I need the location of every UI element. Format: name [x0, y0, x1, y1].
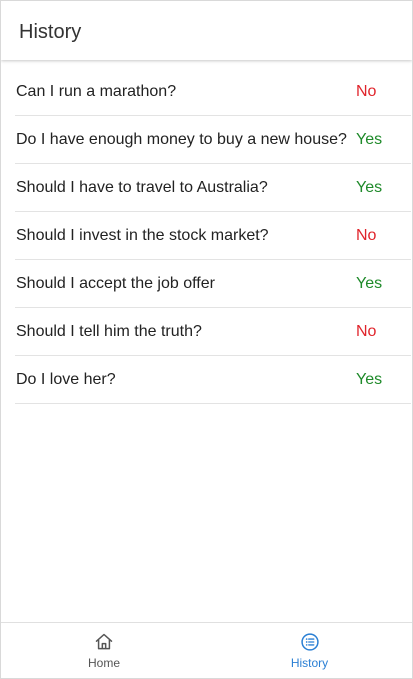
question-text: Should I have to travel to Australia? [16, 179, 268, 196]
question-text: Do I love her? [16, 371, 116, 388]
nav-history-label: History [290, 656, 329, 670]
history-row[interactable]: Should I accept the job offer Yes [15, 260, 411, 308]
question-text: Should I invest in the stock market? [16, 227, 269, 244]
question-text: Can I run a marathon? [16, 83, 177, 100]
history-row[interactable]: Should I have to travel to Australia? Ye… [15, 164, 411, 212]
history-list: Can I run a marathon? No Do I have enoug… [15, 68, 411, 404]
answer-text: Yes [356, 371, 383, 388]
nav-history-tab[interactable]: History [207, 623, 412, 678]
question-text: Do I have enough money to buy a new hous… [16, 131, 347, 148]
history-row[interactable]: Should I invest in the stock market? No [15, 212, 411, 260]
history-row[interactable]: Should I tell him the truth? No [15, 308, 411, 356]
answer-text: Yes [356, 131, 383, 148]
history-row[interactable]: Do I have enough money to buy a new hous… [15, 116, 411, 164]
answer-text: No [356, 83, 377, 100]
nav-home-tab[interactable]: Home [1, 623, 207, 678]
question-text: Should I tell him the truth? [16, 323, 202, 340]
answer-text: No [356, 227, 377, 244]
list-icon [300, 633, 319, 651]
bottom-navigation: Home History [1, 622, 412, 678]
answer-text: Yes [356, 179, 383, 196]
question-text: Should I accept the job offer [16, 275, 215, 292]
page-title: History [19, 21, 82, 43]
home-icon [95, 633, 113, 650]
history-row[interactable]: Can I run a marathon? No [15, 68, 411, 116]
answer-text: No [356, 323, 377, 340]
app-header: History [1, 1, 412, 60]
app-frame: History Can I run a marathon? No Do I ha… [0, 0, 413, 679]
history-row[interactable]: Do I love her? Yes [15, 356, 411, 404]
nav-home-label: Home [87, 656, 120, 670]
answer-text: Yes [356, 275, 383, 292]
